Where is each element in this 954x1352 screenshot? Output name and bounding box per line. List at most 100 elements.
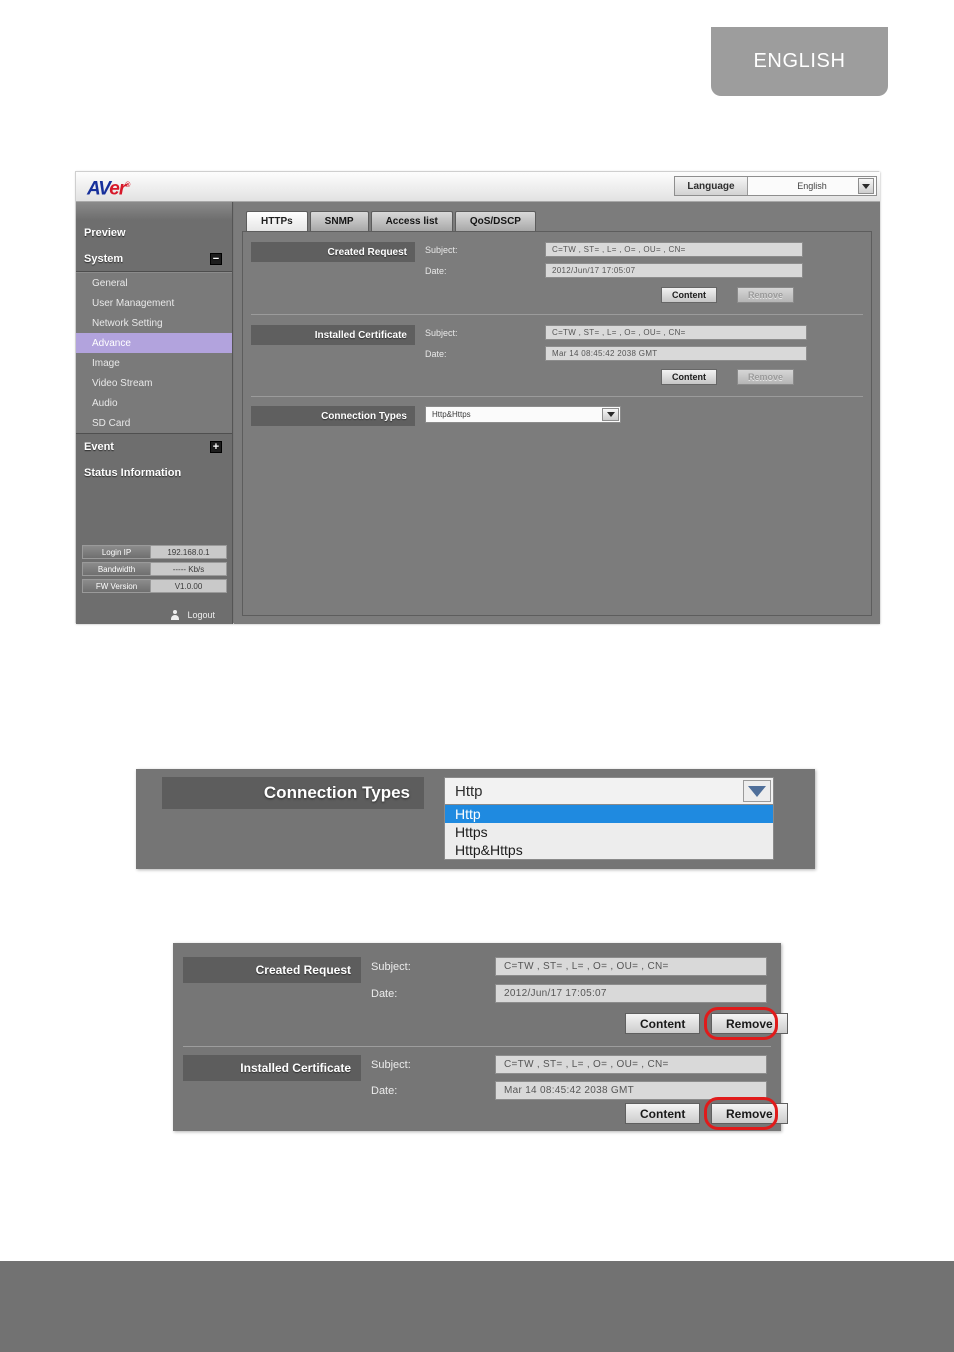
created-request-title: Created Request — [251, 242, 415, 262]
status-login-ip: Login IP 192.168.0.1 — [82, 545, 227, 559]
language-dropdown[interactable]: English — [748, 177, 876, 195]
sidebar-top-spacer — [76, 202, 232, 220]
plus-box-icon[interactable]: + — [210, 441, 222, 453]
app-header-bar: AVer® Language English — [76, 172, 880, 202]
sidebar-item-general[interactable]: General — [76, 273, 232, 293]
created-request-subject-field[interactable]: C=TW , ST= , L= , O= , OU= , CN= — [545, 242, 803, 257]
created-request-date-field[interactable]: 2012/Jun/17 17:05:07 — [545, 263, 803, 278]
detail-created-request-date-label: Date: — [371, 988, 398, 1000]
status-login-ip-key: Login IP — [83, 546, 151, 558]
status-fw-version-value: V1.0.00 — [174, 581, 203, 591]
created-request-content-button[interactable]: Content — [661, 287, 717, 303]
sidebar-item-audio[interactable]: Audio — [76, 393, 232, 413]
sidebar-item-advance-label: Advance — [92, 337, 131, 349]
tab-https[interactable]: HTTPs — [246, 211, 308, 231]
divider-2 — [251, 396, 863, 397]
sidebar-item-status-information[interactable]: Status Information — [76, 460, 232, 486]
sidebar-item-event[interactable]: Event + — [76, 434, 232, 460]
detail-installed-certificate-date-label: Date: — [371, 1085, 398, 1097]
chevron-down-icon[interactable] — [743, 780, 771, 802]
detail-installed-certificate-subject-field[interactable]: C=TW , ST= , L= , O= , OU= , CN= — [495, 1055, 767, 1074]
option-http[interactable]: Http — [445, 805, 773, 823]
divider-1 — [251, 314, 863, 315]
sidebar-status-panel: Login IP 192.168.0.1 Bandwidth ----- Kb/… — [82, 545, 227, 596]
language-label: Language — [675, 177, 748, 195]
connection-types-dropdown[interactable]: Http&Https — [425, 406, 621, 423]
sidebar-subitem-group: General User Management Network Setting … — [76, 272, 232, 434]
sidebar-item-network-setting-label: Network Setting — [92, 317, 163, 329]
installed-certificate-remove-button[interactable]: Remove — [737, 369, 795, 385]
sidebar-item-user-management-label: User Management — [92, 297, 175, 309]
created-request-remove-button[interactable]: Remove — [737, 287, 795, 303]
sidebar-item-general-label: General — [92, 277, 128, 289]
tab-access-list[interactable]: Access list — [370, 211, 453, 231]
english-language-tab: ENGLISH — [711, 27, 888, 96]
detail-created-request-subject-label: Subject: — [371, 961, 411, 973]
https-settings-panel: Created Request Subject: C=TW , ST= , L=… — [242, 231, 872, 616]
tab-snmp[interactable]: SNMP — [309, 211, 369, 231]
highlight-created-request-remove — [704, 1007, 778, 1040]
detail-installed-certificate-content-button[interactable]: Content — [625, 1103, 701, 1124]
tab-access-list-label: Access list — [385, 216, 438, 227]
detail-created-request-subject-field[interactable]: C=TW , ST= , L= , O= , OU= , CN= — [495, 957, 767, 976]
detail-divider — [183, 1046, 771, 1047]
sidebar-item-image[interactable]: Image — [76, 353, 232, 373]
option-https-label: Https — [455, 824, 488, 840]
installed-certificate-title: Installed Certificate — [251, 325, 415, 345]
status-bandwidth-value: ----- Kb/s — [172, 564, 205, 574]
installed-certificate-content-button[interactable]: Content — [661, 369, 717, 385]
chevron-down-icon[interactable] — [602, 408, 619, 421]
detail-installed-certificate-title: Installed Certificate — [183, 1055, 361, 1081]
connection-types-value: Http&Https — [432, 410, 471, 419]
highlight-installed-certificate-remove — [704, 1097, 778, 1130]
page-footer-band — [0, 1261, 954, 1352]
language-dropdown-value: English — [797, 181, 827, 191]
sidebar-item-image-label: Image — [92, 357, 120, 369]
connection-types-detail-title: Connection Types — [162, 777, 424, 809]
status-login-ip-value: 192.168.0.1 — [167, 547, 210, 557]
created-request-subject-label: Subject: — [425, 245, 458, 255]
sidebar-item-preview[interactable]: Preview — [76, 220, 232, 246]
installed-certificate-date-field[interactable]: Mar 14 08:45:42 2038 GMT — [545, 346, 807, 361]
sidebar-item-sd-card-label: SD Card — [92, 417, 131, 429]
installed-certificate-subject-label: Subject: — [425, 328, 458, 338]
detail-created-request-content-button[interactable]: Content — [625, 1013, 701, 1034]
option-http-label: Http — [455, 806, 481, 822]
connection-types-option-list: Http Https Http&Https — [444, 805, 774, 860]
status-fw-version: FW Version V1.0.00 — [82, 579, 227, 593]
aver-logo-trademark: ® — [125, 182, 130, 189]
tab-snmp-label: SNMP — [324, 216, 354, 227]
language-selector[interactable]: Language English — [674, 176, 877, 196]
sidebar: Preview System − General User Management… — [76, 202, 233, 624]
connection-types-title: Connection Types — [251, 406, 415, 426]
logout-button[interactable]: Logout — [76, 610, 233, 620]
sidebar-item-video-stream[interactable]: Video Stream — [76, 373, 232, 393]
english-language-tab-label: ENGLISH — [753, 50, 846, 72]
sidebar-item-status-information-label: Status Information — [84, 467, 182, 479]
minus-box-icon[interactable]: − — [210, 253, 222, 265]
connection-types-dropdown-detail: Connection Types Http Http Https Http&Ht… — [136, 769, 815, 869]
created-request-date-label: Date: — [425, 266, 447, 276]
detail-installed-certificate-subject-label: Subject: — [371, 1059, 411, 1071]
connection-types-detail-value: Http — [455, 782, 483, 800]
logout-label: Logout — [187, 610, 215, 620]
connection-types-detail-dropdown[interactable]: Http — [444, 777, 774, 805]
status-bandwidth: Bandwidth ----- Kb/s — [82, 562, 227, 576]
sidebar-item-network-setting[interactable]: Network Setting — [76, 313, 232, 333]
detail-created-request-date-field[interactable]: 2012/Jun/17 17:05:07 — [495, 984, 767, 1003]
tab-qos-dscp[interactable]: QoS/DSCP — [454, 211, 536, 231]
aver-logo-er: er — [109, 178, 126, 200]
option-https[interactable]: Https — [445, 823, 773, 841]
installed-certificate-subject-field[interactable]: C=TW , ST= , L= , O= , OU= , CN= — [545, 325, 807, 340]
content-area: HTTPs SNMP Access list QoS/DSCP Created … — [234, 202, 880, 624]
camera-web-ui-screenshot: AVer® Language English Preview System − … — [75, 171, 880, 624]
option-http-and-https[interactable]: Http&Https — [445, 841, 773, 859]
sidebar-item-advance[interactable]: Advance — [76, 333, 232, 353]
certificate-remove-detail: Created Request Subject: C=TW , ST= , L=… — [173, 943, 788, 1131]
tab-bar: HTTPs SNMP Access list QoS/DSCP — [246, 211, 538, 231]
sidebar-item-system[interactable]: System − — [76, 246, 232, 272]
sidebar-item-user-management[interactable]: User Management — [76, 293, 232, 313]
aver-logo-av: AV — [87, 178, 110, 200]
chevron-down-icon[interactable] — [858, 178, 874, 194]
sidebar-item-sd-card[interactable]: SD Card — [76, 413, 232, 433]
